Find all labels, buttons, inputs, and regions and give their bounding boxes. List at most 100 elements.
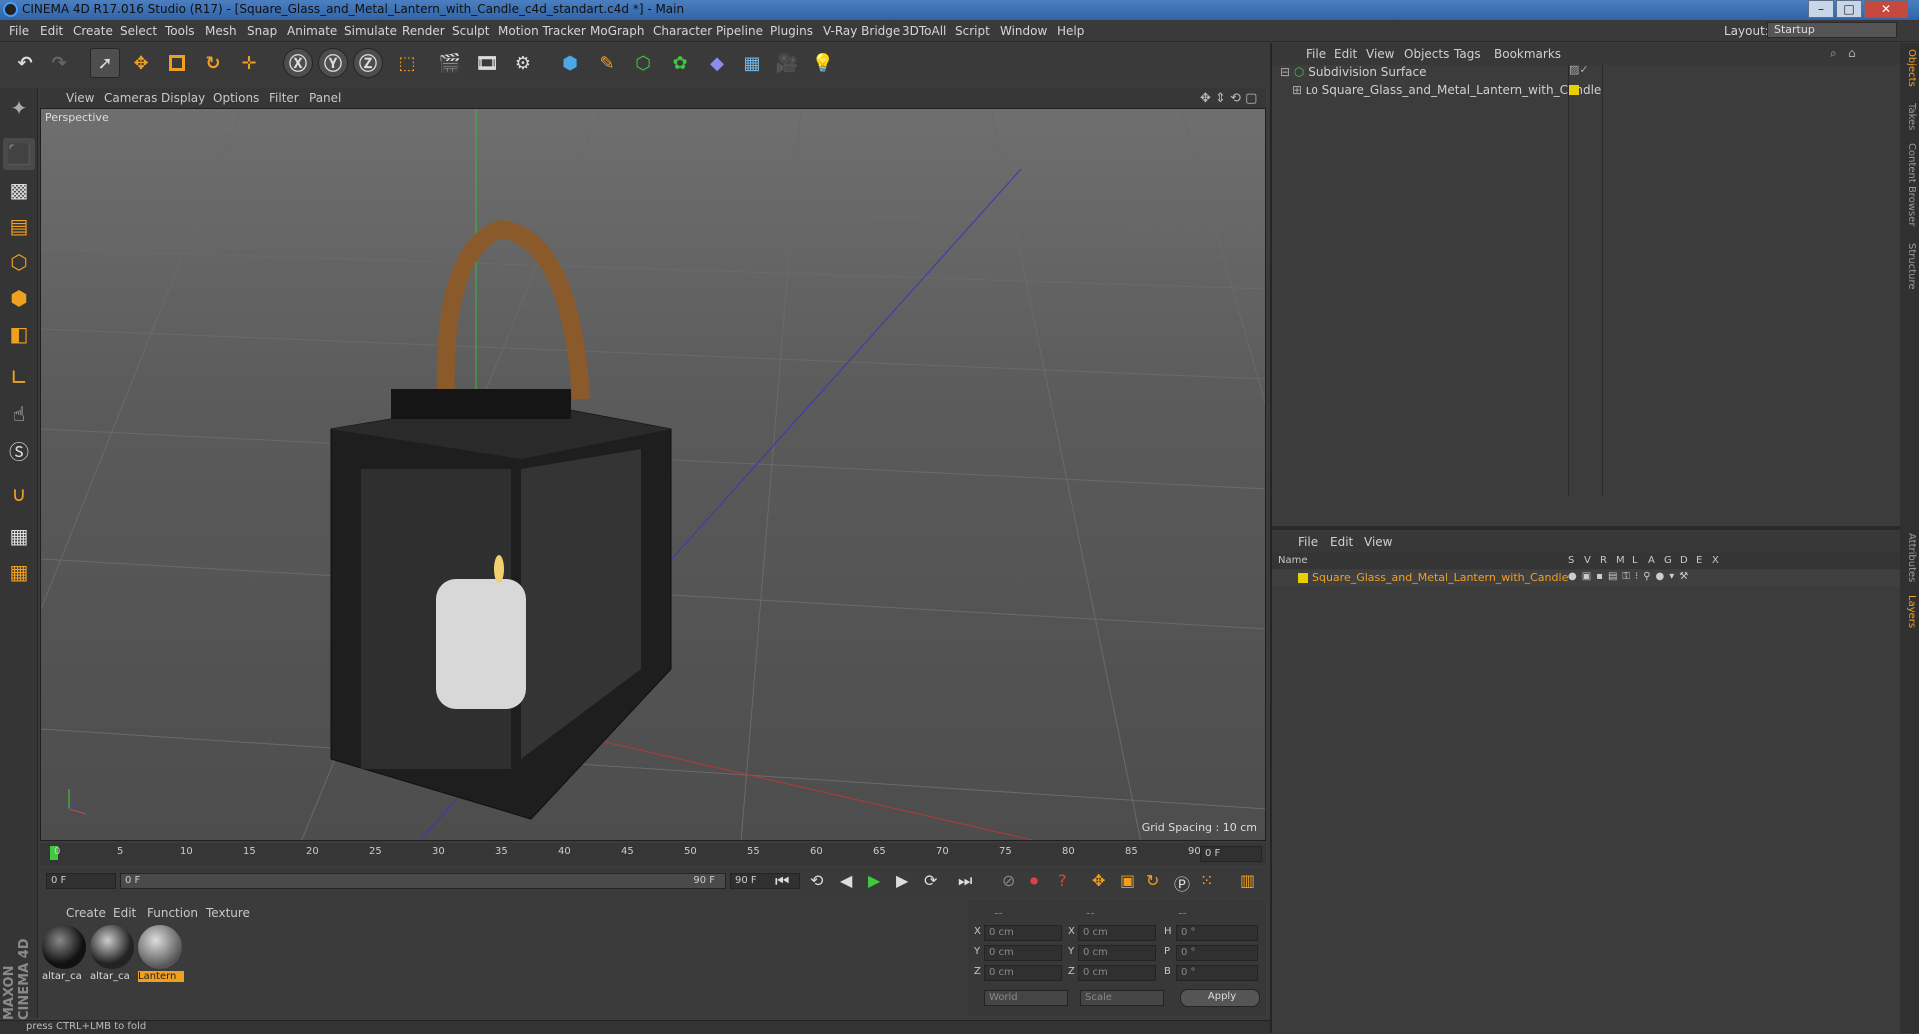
rotation-b-field[interactable]: 0 ° (1176, 965, 1258, 981)
menu-mograph[interactable]: MoGraph (590, 24, 645, 38)
layer-color-icon[interactable] (1569, 85, 1579, 95)
layer-col-a[interactable]: A (1648, 555, 1655, 566)
material-swatch-3[interactable] (138, 925, 182, 969)
transform-icon[interactable]: ✛ (234, 48, 264, 78)
render-picture-viewer-icon[interactable]: 🎞 (472, 48, 502, 78)
minimize-button[interactable]: – (1808, 0, 1834, 18)
key-parameter-icon[interactable]: Ⓟ (1174, 871, 1190, 895)
menu-create[interactable]: Create (73, 24, 113, 38)
objects-menu-bookmarks[interactable]: Bookmarks (1494, 47, 1561, 61)
maximize-button[interactable]: □ (1836, 0, 1862, 18)
menu-edit[interactable]: Edit (40, 24, 63, 38)
live-selection-icon[interactable]: ➚ (90, 48, 120, 78)
keyframe-selection-icon[interactable]: ⊘ (1002, 871, 1015, 890)
solo-icon[interactable]: Ⓢ (3, 434, 35, 466)
viewport-navigation-icon[interactable]: ✥ ⇕ ⟲ ▢ (1200, 91, 1257, 106)
rotation-p-field[interactable]: 0 ° (1176, 945, 1258, 961)
menu-pipeline[interactable]: Pipeline (716, 24, 763, 38)
subdivision-surface-icon[interactable]: ⬡ (628, 48, 658, 78)
render-settings-icon[interactable]: ⚙ (508, 48, 538, 78)
size-y-field[interactable]: 0 cm (1078, 945, 1156, 961)
menu-render[interactable]: Render (402, 24, 445, 38)
viewport-menu-display[interactable]: Display (161, 91, 205, 105)
viewport-menu-options[interactable]: Options (213, 91, 259, 105)
render-tag-icon[interactable]: ▨✓ (1569, 63, 1589, 76)
tab-layers[interactable]: Layers (1902, 595, 1917, 628)
tab-takes[interactable]: Takes (1902, 103, 1917, 130)
menu-snap[interactable]: Snap (247, 24, 277, 38)
layer-col-r[interactable]: R (1600, 555, 1607, 566)
viewport-menu-panel[interactable]: Panel (309, 91, 341, 105)
expand-icon[interactable]: ⊟ (1280, 65, 1290, 79)
menu-simulate[interactable]: Simulate (344, 24, 397, 38)
menu-character[interactable]: Character (653, 24, 712, 38)
viewport-menu-filter[interactable]: Filter (269, 91, 299, 105)
deformer-icon[interactable]: ◆ (702, 48, 732, 78)
menu-help[interactable]: Help (1057, 24, 1084, 38)
layer-col-s[interactable]: S (1568, 555, 1574, 566)
panel-splitter[interactable] (1272, 526, 1900, 530)
objects-menu-tags[interactable]: Tags (1454, 47, 1481, 61)
menu-tools[interactable]: Tools (165, 24, 195, 38)
redo-icon[interactable]: ↷ (44, 48, 74, 78)
home-icon[interactable]: ⌂ (1848, 46, 1856, 60)
layer-color-swatch[interactable] (1298, 573, 1308, 583)
layer-col-m[interactable]: M (1616, 555, 1625, 566)
pen-spline-icon[interactable]: ✎ (592, 48, 622, 78)
tweak-mode-icon[interactable]: ☝ (3, 398, 35, 430)
perspective-viewport[interactable]: Perspective Grid Spacing : 10 cm (40, 108, 1266, 841)
workplane-icon[interactable]: ▤ (3, 210, 35, 242)
menu-script[interactable]: Script (955, 24, 990, 38)
coordinate-system-icon[interactable]: ⬚ (392, 48, 422, 78)
render-view-icon[interactable]: 🎬 (435, 48, 465, 78)
layer-col-g[interactable]: G (1664, 555, 1672, 566)
cube-object-icon[interactable]: ⬢ (555, 48, 585, 78)
menu-3dtoall[interactable]: 3DToAll (902, 24, 946, 38)
next-frame-icon[interactable]: ▶ (896, 871, 908, 890)
texture-mode-icon[interactable]: ▩ (3, 174, 35, 206)
layers-menu-edit[interactable]: Edit (1330, 535, 1353, 549)
magnet-icon[interactable]: ∪ (3, 478, 35, 510)
next-key-icon[interactable]: ⟳ (924, 871, 937, 890)
layer-col-l[interactable]: L (1632, 555, 1638, 566)
material-menu-create[interactable]: Create (66, 906, 106, 920)
layer-row[interactable]: Square_Glass_and_Metal_Lantern_with_Cand… (1272, 570, 1900, 586)
go-to-end-icon[interactable]: ⏭ (958, 871, 972, 891)
menu-vray-bridge[interactable]: V-Ray Bridge (823, 24, 900, 38)
rotation-h-field[interactable]: 0 ° (1176, 925, 1258, 941)
key-position-icon[interactable]: ✥ (1092, 871, 1105, 890)
size-x-field[interactable]: 0 cm (1078, 925, 1156, 941)
previous-key-icon[interactable]: ⟲ (810, 871, 823, 890)
menu-window[interactable]: Window (1000, 24, 1047, 38)
material-swatch-1[interactable] (42, 925, 86, 969)
layer-col-d[interactable]: D (1680, 555, 1688, 566)
viewport-menu-cameras[interactable]: Cameras (104, 91, 157, 105)
objects-menu-view[interactable]: View (1366, 47, 1394, 61)
expand-icon[interactable]: ⊞ (1292, 83, 1302, 97)
menu-mesh[interactable]: Mesh (205, 24, 237, 38)
layout-dropdown[interactable]: Startup (1767, 22, 1897, 38)
points-mode-icon[interactable]: ⬡ (3, 246, 35, 278)
undo-icon[interactable]: ↶ (10, 48, 40, 78)
current-frame-field[interactable]: 0 F (1200, 846, 1262, 862)
objects-menu-edit[interactable]: Edit (1334, 47, 1357, 61)
play-icon[interactable]: ▶ (868, 871, 880, 890)
layer-col-v[interactable]: V (1584, 555, 1591, 566)
y-axis-lock-icon[interactable]: Ⓨ (318, 48, 348, 78)
go-to-start-icon[interactable]: ⏮ (775, 871, 789, 891)
key-scale-icon[interactable]: ▣ (1120, 871, 1135, 890)
material-menu-edit[interactable]: Edit (113, 906, 136, 920)
menu-animate[interactable]: Animate (287, 24, 337, 38)
layer-col-x[interactable]: X (1712, 555, 1719, 566)
timeline-ruler[interactable]: 0 5 10 15 20 25 30 35 40 45 50 55 60 65 70 75 80 85 90 0 F (40, 843, 1266, 865)
layer-col-e[interactable]: E (1696, 555, 1702, 566)
tab-structure[interactable]: Structure (1902, 243, 1917, 290)
cloner-icon[interactable]: ✿ (665, 48, 695, 78)
floor-icon[interactable]: ▦ (737, 48, 767, 78)
record-icon[interactable]: ⏺ (1030, 871, 1038, 891)
tab-content-browser[interactable]: Content Browser (1902, 143, 1917, 226)
axis-mode-icon[interactable]: ∟ (3, 362, 35, 394)
position-x-field[interactable]: 0 cm (984, 925, 1062, 941)
object-row-lantern[interactable]: ⊞ L0 Square_Glass_and_Metal_Lantern_with… (1292, 83, 1632, 101)
locked-workplane-icon[interactable]: ▦ (3, 520, 35, 552)
